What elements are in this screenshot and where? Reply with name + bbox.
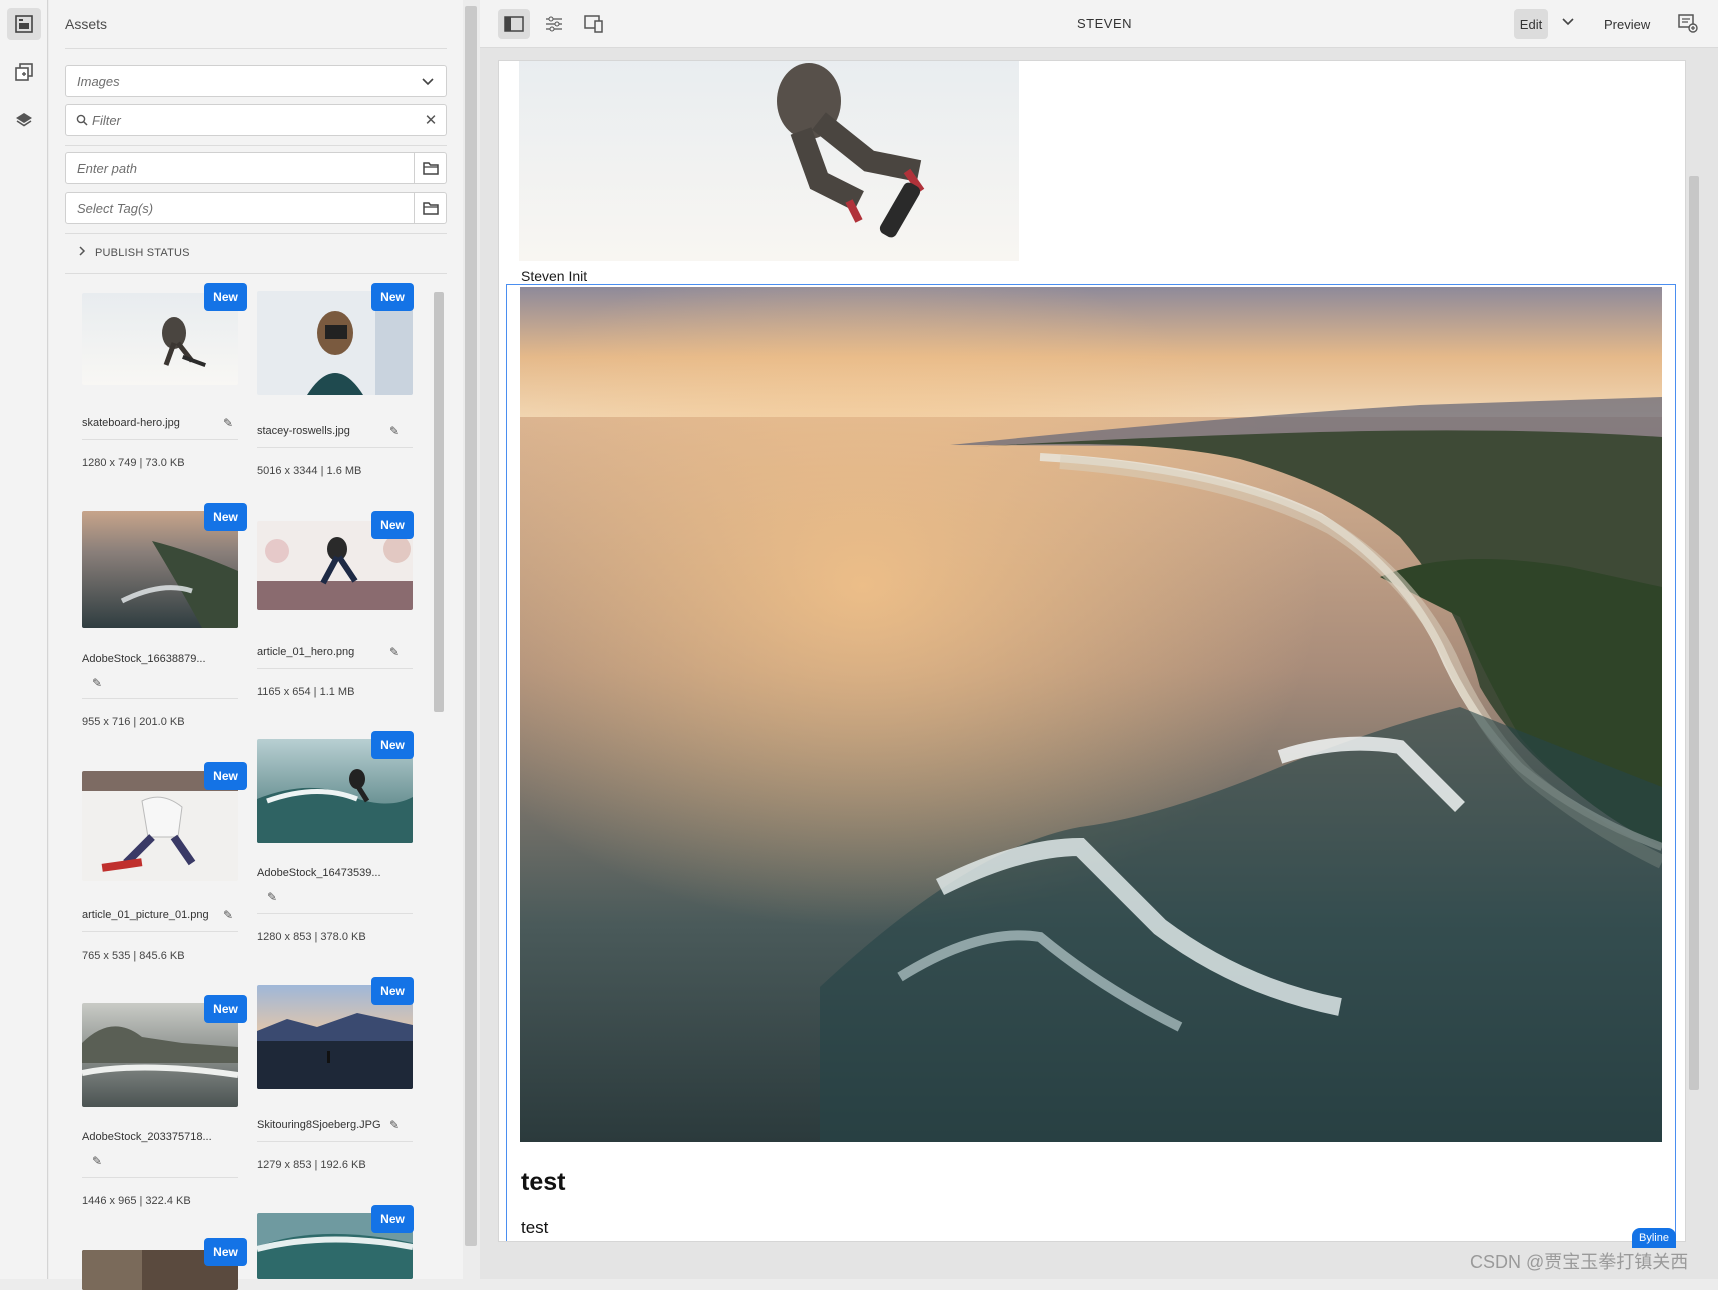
asset-name: AdobeStock_203375718... xyxy=(82,1131,212,1143)
clear-icon[interactable]: ✕ xyxy=(416,111,446,129)
edit-icon[interactable]: ✎ xyxy=(92,1154,102,1168)
page-content[interactable]: Steven Init test test xyxy=(498,60,1686,1242)
toggle-side-panel-icon[interactable] xyxy=(498,9,530,39)
side-rail xyxy=(0,0,48,1279)
divider xyxy=(65,273,447,274)
new-badge: New xyxy=(204,503,247,531)
preview-button[interactable]: Preview xyxy=(1604,17,1650,32)
divider xyxy=(82,439,238,440)
assets-icon[interactable] xyxy=(7,8,41,40)
asset-meta: 1446 x 965 | 322.4 KB xyxy=(82,1195,191,1207)
divider xyxy=(257,447,413,448)
annotations-icon[interactable] xyxy=(1678,13,1698,38)
divider xyxy=(257,1141,413,1142)
edit-icon[interactable]: ✎ xyxy=(92,676,102,690)
chevron-down-icon[interactable] xyxy=(1562,14,1574,29)
panel-scrollbar[interactable] xyxy=(465,6,477,1246)
divider xyxy=(65,145,447,146)
asset-meta: 955 x 716 | 201.0 KB xyxy=(82,716,185,728)
publish-status-label: PUBLISH STATUS xyxy=(95,247,190,259)
divider xyxy=(65,48,447,49)
edit-mode-button[interactable]: Edit xyxy=(1514,9,1548,39)
new-badge: New xyxy=(371,977,414,1005)
edit-icon[interactable]: ✎ xyxy=(223,908,233,922)
byline-text: Steven Init xyxy=(521,268,588,284)
path-placeholder: Enter path xyxy=(77,160,137,176)
divider xyxy=(257,668,413,669)
asset-type-select[interactable]: Images xyxy=(65,65,447,97)
asset-name: article_01_picture_01.png xyxy=(82,909,209,921)
edit-icon[interactable]: ✎ xyxy=(267,890,277,904)
canvas-scroll-thumb[interactable] xyxy=(1689,176,1699,1090)
divider xyxy=(257,913,413,914)
page-properties-icon[interactable] xyxy=(538,9,570,39)
path-input[interactable]: Enter path xyxy=(65,152,447,184)
asset-meta: 765 x 535 | 845.6 KB xyxy=(82,950,185,962)
new-badge: New xyxy=(371,283,414,311)
chevron-down-icon xyxy=(410,74,446,89)
new-badge: New xyxy=(371,731,414,759)
asset-meta: 1280 x 853 | 378.0 KB xyxy=(257,931,366,943)
asset-meta: 1280 x 749 | 73.0 KB xyxy=(82,457,185,469)
edit-icon[interactable]: ✎ xyxy=(389,1118,399,1132)
skateboard-hero-image[interactable] xyxy=(519,61,1019,261)
watermark: CSDN @贾宝玉拳打镇关西 xyxy=(1470,1252,1689,1272)
divider xyxy=(82,698,238,699)
assets-panel: Assets Images Filter ✕ Enter path Select… xyxy=(49,0,463,1290)
asset-name: AdobeStock_16638879... xyxy=(82,653,206,665)
edit-icon[interactable]: ✎ xyxy=(389,424,399,438)
filter-input[interactable]: Filter ✕ xyxy=(65,104,447,136)
tags-placeholder: Select Tag(s) xyxy=(77,200,154,216)
chevron-right-icon xyxy=(79,246,95,259)
asset-name: skateboard-hero.jpg xyxy=(82,417,180,429)
components-icon[interactable] xyxy=(7,56,41,88)
divider xyxy=(65,233,447,234)
asset-meta: 5016 x 3344 | 1.6 MB xyxy=(257,465,362,477)
folder-icon[interactable] xyxy=(414,193,446,223)
new-badge: New xyxy=(204,995,247,1023)
edit-icon[interactable]: ✎ xyxy=(223,416,233,430)
new-badge: New xyxy=(204,1238,247,1266)
edit-icon[interactable]: ✎ xyxy=(389,645,399,659)
asset-meta: 1165 x 654 | 1.1 MB xyxy=(257,686,355,698)
asset-name: article_01_hero.png xyxy=(257,646,355,658)
asset-list-scroll-thumb[interactable] xyxy=(434,292,444,712)
asset-type-value: Images xyxy=(77,73,120,89)
filter-placeholder: Filter xyxy=(92,112,121,128)
page-paragraph: test xyxy=(521,1218,549,1237)
beach-aerial-image[interactable] xyxy=(520,287,1666,1142)
new-badge: New xyxy=(371,1205,414,1233)
layers-icon[interactable] xyxy=(7,104,41,136)
emulator-icon[interactable] xyxy=(578,9,610,39)
divider xyxy=(82,931,238,932)
new-badge: New xyxy=(204,283,247,311)
panel-title: Assets xyxy=(65,16,108,32)
folder-icon[interactable] xyxy=(414,153,446,183)
page-title: STEVEN xyxy=(1077,16,1133,31)
editor-toolbar: STEVEN Edit Preview xyxy=(480,0,1718,48)
asset-name: AdobeStock_16473539... xyxy=(257,867,381,879)
asset-name: stacey-roswells.jpg xyxy=(257,425,350,437)
asset-meta: 1279 x 853 | 192.6 KB xyxy=(257,1159,366,1171)
tags-input[interactable]: Select Tag(s) xyxy=(65,192,447,224)
page-heading: test xyxy=(521,1168,566,1196)
divider xyxy=(82,1177,238,1178)
publish-status-toggle[interactable]: PUBLISH STATUS xyxy=(79,246,190,259)
search-icon xyxy=(66,114,88,126)
new-badge: New xyxy=(204,762,247,790)
new-badge: New xyxy=(371,511,414,539)
asset-name: Skitouring8Sjoeberg.JPG xyxy=(257,1119,381,1131)
